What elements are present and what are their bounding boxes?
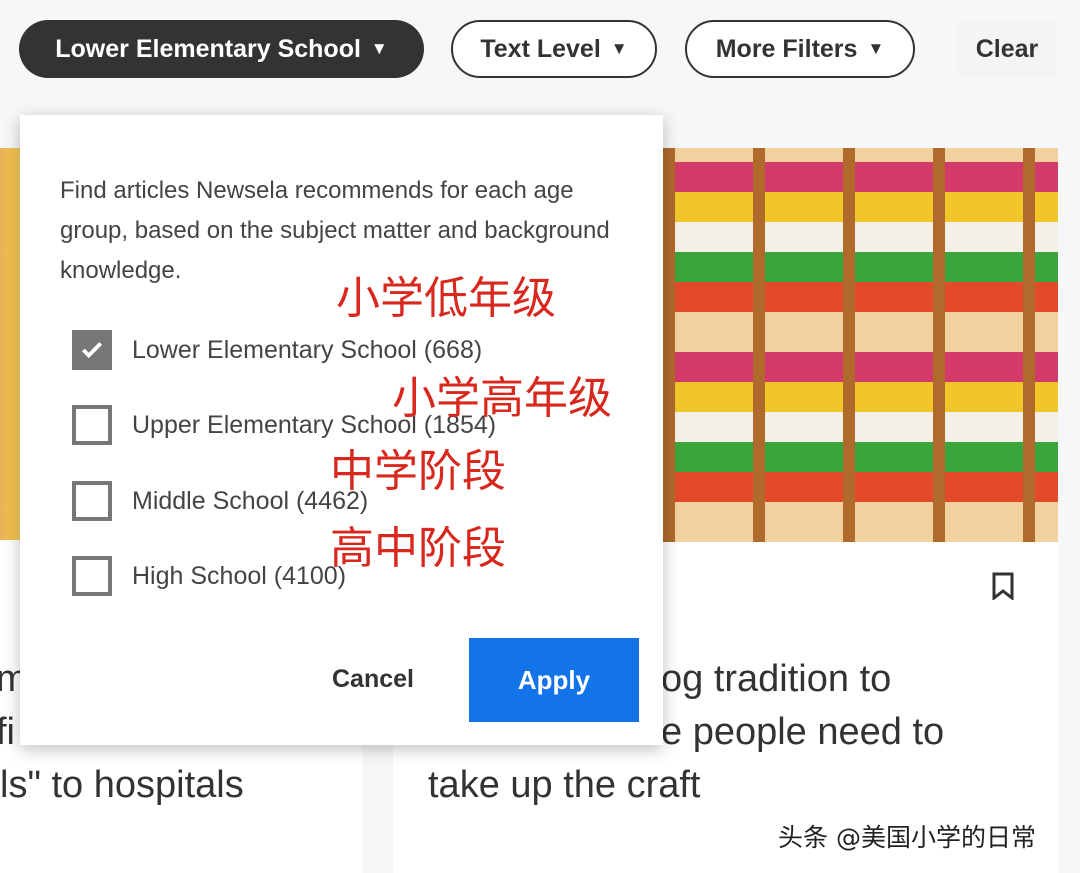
grade-filter-dialog: Find articles Newsela recommends for eac… <box>20 115 663 745</box>
annotation-lower-elementary: 小学低年级 <box>336 273 556 324</box>
annotation-middle-school: 中学阶段 <box>330 446 506 497</box>
article-title-line: og tradition to <box>661 658 892 700</box>
article-title-line: fi <box>0 711 15 753</box>
caret-down-icon: ▼ <box>867 39 885 58</box>
bookmark-icon[interactable] <box>992 572 1014 600</box>
more-filters-button[interactable]: More Filters ▼ <box>685 20 915 78</box>
caret-down-icon: ▼ <box>610 39 628 58</box>
article-title-line: e people need to <box>661 711 945 753</box>
checkbox[interactable] <box>72 405 112 445</box>
checkbox-checked[interactable] <box>72 330 112 370</box>
text-level-filter-button[interactable]: Text Level ▼ <box>451 20 657 78</box>
caret-down-icon: ▼ <box>370 39 388 58</box>
watermark: 头条 @美国小学的日常 <box>778 823 1036 852</box>
check-icon <box>81 342 103 359</box>
more-filters-label: More Filters <box>715 34 858 63</box>
text-level-label: Text Level <box>480 34 601 63</box>
grade-filter-label: Lower Elementary School <box>55 34 361 63</box>
checkbox[interactable] <box>72 481 112 521</box>
annotation-upper-elementary: 小学高年级 <box>392 373 612 424</box>
grade-filter-button[interactable]: Lower Elementary School ▼ <box>19 20 424 78</box>
option-label: High School (4100) <box>132 561 347 590</box>
article-title-line: take up the craft <box>428 764 701 806</box>
clear-button[interactable]: Clear <box>958 20 1056 78</box>
option-high-school[interactable]: High School (4100) <box>72 556 346 596</box>
article-title-line: ls" to hospitals <box>0 764 244 806</box>
option-label: Lower Elementary School (668) <box>132 335 483 364</box>
apply-button[interactable]: Apply <box>469 638 639 722</box>
annotation-high-school: 高中阶段 <box>330 523 506 574</box>
checkbox[interactable] <box>72 556 112 596</box>
cancel-button[interactable]: Cancel <box>332 665 414 694</box>
option-middle-school[interactable]: Middle School (4462) <box>72 481 368 521</box>
